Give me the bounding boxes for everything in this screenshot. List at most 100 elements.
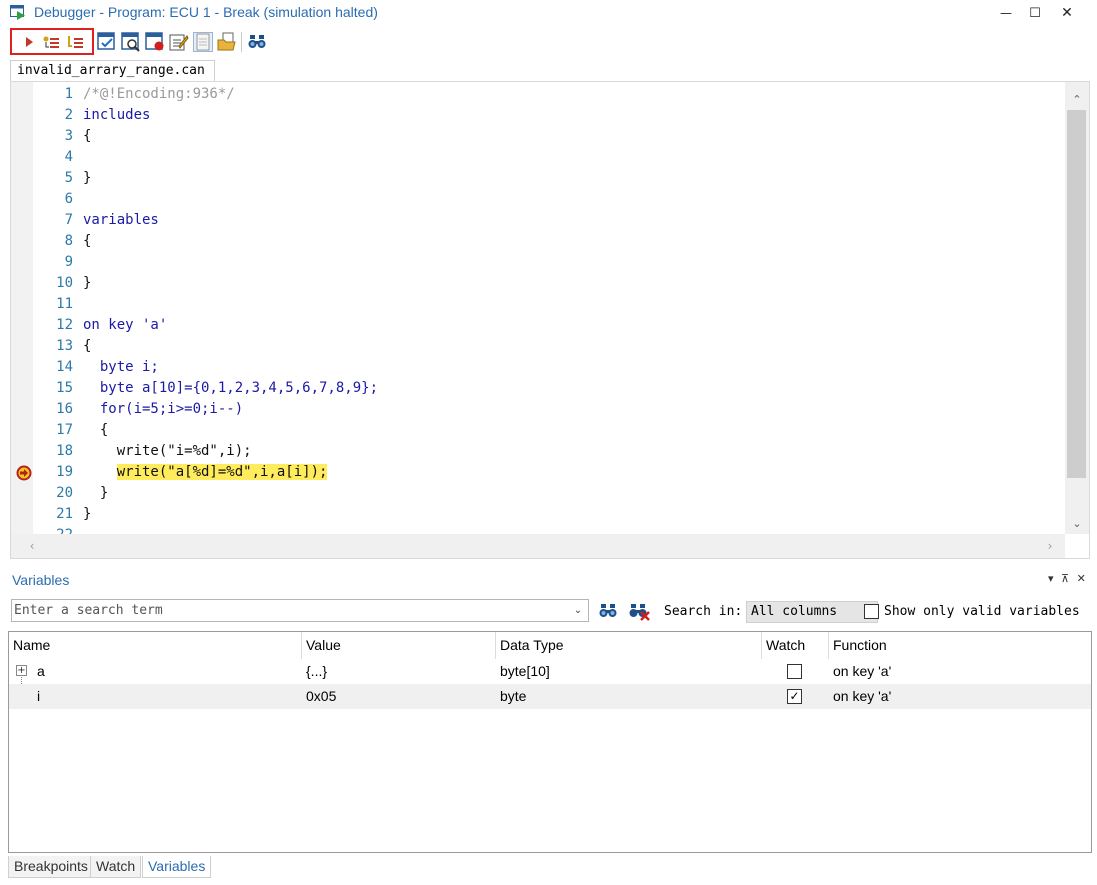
watch-variables-icon	[121, 32, 140, 52]
code-text: {	[83, 422, 109, 438]
code-line: 6	[33, 189, 1063, 210]
line-number: 11	[56, 296, 73, 312]
line-number: 21	[56, 506, 73, 522]
table-row[interactable]: i 0x05 byte ✓ on key 'a'	[9, 684, 1091, 709]
column-header-watch[interactable]: Watch	[762, 632, 829, 659]
code-line: 21}	[33, 504, 1063, 525]
tab-watch[interactable]: Watch	[90, 856, 142, 878]
watch-checkbox[interactable]	[787, 664, 802, 679]
code-lines: 1/*@!Encoding:936*/ 2 includes 3{ 4 5} 6 …	[33, 84, 1063, 546]
search-column-select[interactable]: All columns	[746, 601, 878, 623]
table-row[interactable]: + a {...} byte[10] on key 'a'	[9, 659, 1091, 696]
search-dropdown-button[interactable]: ⌄	[569, 602, 587, 619]
close-icon: ✕	[1061, 5, 1073, 21]
code-line-current: 19 write("a[%d]=%d",i,a[i]);	[33, 462, 1063, 483]
code-text: write("i=%d",i);	[83, 443, 252, 459]
breakpoint-list-button[interactable]	[96, 31, 118, 53]
column-header-name[interactable]: Name	[9, 632, 302, 659]
pane-window-controls[interactable]: ▾ ⊼ ✕	[1048, 572, 1088, 585]
code-text: includes	[83, 107, 151, 123]
code-text: {	[83, 233, 92, 249]
code-line: 8{	[33, 231, 1063, 252]
line-number: 16	[56, 401, 73, 417]
column-header-function[interactable]: Function	[829, 632, 1091, 659]
maximize-icon: ☐	[1029, 5, 1041, 21]
find-button[interactable]	[246, 31, 268, 53]
variable-value: 0x05	[306, 688, 337, 704]
code-line: 3{	[33, 126, 1063, 147]
column-header-value[interactable]: Value	[302, 632, 496, 659]
variable-value: {...}	[306, 663, 328, 679]
variable-search-combobox[interactable]: ⌄	[11, 599, 589, 622]
scroll-down-button[interactable]: ⌄	[1065, 514, 1089, 532]
continue-button[interactable]	[18, 31, 40, 53]
variable-function: on key 'a'	[833, 663, 892, 679]
code-line: 4	[33, 147, 1063, 168]
tab-label: Breakpoints	[14, 858, 88, 874]
code-line: 2 includes	[33, 105, 1063, 126]
scroll-left-button[interactable]: ‹	[23, 537, 41, 555]
code-text: for(i=5;i>=0;i--)	[83, 401, 244, 417]
code-line: 17 {	[33, 420, 1063, 441]
code-line: 7 variables	[33, 210, 1063, 231]
edit-icon	[169, 34, 189, 51]
maximize-button[interactable]: ☐	[1019, 0, 1051, 26]
show-only-valid-label[interactable]: Show only valid variables	[884, 604, 1080, 619]
line-number: 14	[56, 359, 73, 375]
code-text: byte i;	[83, 359, 159, 375]
title-bar: Debugger - Program: ECU 1 - Break (simul…	[0, 0, 1097, 26]
tab-variables[interactable]: Variables	[142, 856, 212, 878]
find-variable-button[interactable]	[598, 601, 618, 621]
step-out-button[interactable]	[64, 31, 86, 53]
vertical-scrollbar[interactable]: ⌃ ⌄	[1065, 82, 1089, 534]
minimize-button[interactable]: —	[990, 0, 1022, 26]
toggle-breakpoint-button[interactable]	[144, 31, 166, 53]
line-number: 15	[56, 380, 73, 396]
find-icon	[248, 35, 266, 48]
clear-search-button[interactable]	[628, 601, 650, 621]
step-out-icon	[68, 36, 83, 48]
code-text: on key 'a'	[83, 317, 168, 333]
variable-search-input[interactable]	[14, 602, 564, 619]
blank-page-button[interactable]	[192, 31, 214, 53]
scroll-right-button[interactable]: ›	[1041, 537, 1059, 555]
vertical-scroll-thumb[interactable]	[1067, 110, 1086, 478]
blank-page-icon	[193, 32, 213, 52]
binoculars-clear-icon	[629, 604, 650, 621]
code-editor[interactable]: 1/*@!Encoding:936*/ 2 includes 3{ 4 5} 6 …	[10, 81, 1090, 559]
code-text: byte a[10]={0,1,2,3,4,5,6,7,8,9};	[83, 380, 379, 396]
column-header-data-type[interactable]: Data Type	[496, 632, 762, 659]
column-header-label: Data Type	[500, 637, 564, 653]
edit-button[interactable]	[168, 31, 190, 53]
close-button[interactable]: ✕	[1051, 0, 1083, 26]
watch-checkbox[interactable]: ✓	[787, 689, 802, 704]
watch-variables-button[interactable]	[120, 31, 142, 53]
line-number: 10	[56, 275, 73, 291]
window-title: Debugger - Program: ECU 1 - Break (simul…	[34, 4, 378, 20]
open-folder-button[interactable]	[216, 31, 238, 53]
line-number: 17	[56, 422, 73, 438]
scroll-up-button[interactable]: ⌃	[1065, 90, 1089, 108]
column-header-label: Watch	[766, 637, 806, 653]
file-tab[interactable]: invalid_arrary_range.can	[10, 60, 215, 82]
current-line-arrow-icon	[16, 465, 32, 481]
line-number: 4	[64, 149, 73, 165]
show-only-valid-checkbox[interactable]	[864, 604, 879, 619]
debugger-toolbar	[0, 28, 1097, 56]
horizontal-scrollbar[interactable]: ‹ ›	[11, 534, 1065, 558]
chevron-down-icon: ⌄	[1072, 516, 1082, 530]
current-statement-highlight: write("a[%d]=%d",i,a[i]);	[116, 464, 328, 480]
line-number: 7	[64, 212, 73, 228]
step-over-button[interactable]	[40, 31, 62, 53]
code-line: 14 byte i;	[33, 357, 1063, 378]
open-folder-icon	[217, 32, 236, 51]
variables-table: Name Value Data Type Watch Function + a …	[8, 631, 1092, 853]
variable-function: on key 'a'	[833, 688, 892, 704]
code-line: 13 {	[33, 336, 1063, 357]
code-line: 1 /*@!Encoding:936*/	[33, 84, 1063, 105]
column-header-label: Value	[306, 637, 341, 653]
code-text: }	[83, 485, 109, 501]
variables-pane-title: Variables	[12, 572, 70, 588]
tab-breakpoints[interactable]: Breakpoints	[8, 856, 94, 878]
line-number: 6	[64, 191, 73, 207]
